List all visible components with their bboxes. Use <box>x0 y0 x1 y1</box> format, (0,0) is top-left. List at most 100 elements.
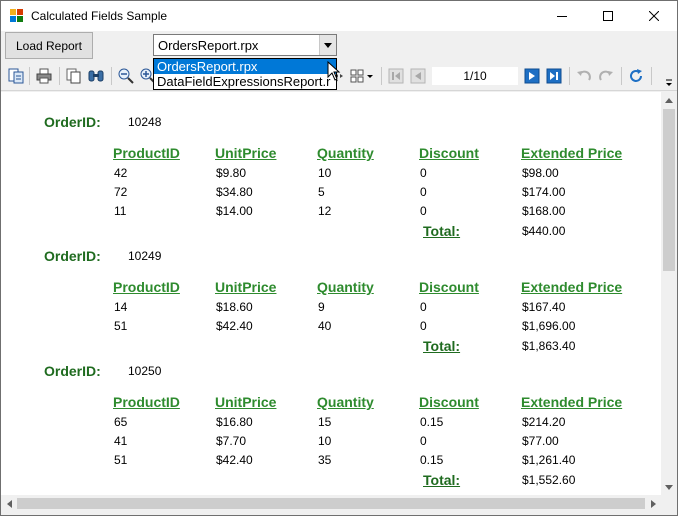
cell-discount: 0.15 <box>420 453 444 467</box>
cell-productid: 51 <box>114 319 128 333</box>
column-header-discount: Discount <box>419 394 479 410</box>
dropdown-option-datafield[interactable]: DataFieldExpressionsReport.r <box>154 74 336 89</box>
horizontal-scroll-thumb[interactable] <box>17 498 645 509</box>
copy-button[interactable] <box>65 67 83 85</box>
cell-productid: 51 <box>114 453 128 467</box>
report-dropdown-list: OrdersReport.rpx DataFieldExpressionsRep… <box>153 58 337 90</box>
cell-quantity: 15 <box>318 415 332 429</box>
cell-extended-price: $174.00 <box>522 185 566 199</box>
cell-productid: 41 <box>114 434 128 448</box>
print-icon <box>36 68 52 84</box>
cell-discount: 0 <box>420 166 427 180</box>
column-header-unitprice: UnitPrice <box>215 394 277 410</box>
total-label: Total: <box>423 223 461 239</box>
scroll-left-icon <box>6 499 12 508</box>
window-title: Calculated Fields Sample <box>31 9 168 23</box>
previous-page-icon <box>410 68 426 84</box>
column-header-extended-price: Extended Price <box>521 145 623 161</box>
cell-unitprice: $14.00 <box>216 204 253 218</box>
scroll-left-button[interactable] <box>1 495 17 512</box>
order-id: 10250 <box>128 364 162 378</box>
cell-quantity: 10 <box>318 166 332 180</box>
total-value: $1,863.40 <box>522 339 576 353</box>
title-bar: Calculated Fields Sample <box>1 1 677 31</box>
forward-button[interactable] <box>597 67 615 85</box>
report-combo[interactable]: OrdersReport.rpx <box>153 34 337 56</box>
cell-discount: 0 <box>420 204 427 218</box>
find-button[interactable] <box>87 67 105 85</box>
first-page-button[interactable] <box>387 67 405 85</box>
cell-quantity: 10 <box>318 434 332 448</box>
cell-productid: 11 <box>114 204 127 218</box>
column-header-productid: ProductID <box>113 145 180 161</box>
cell-unitprice: $34.80 <box>216 185 253 199</box>
report-viewer[interactable]: OrderID: 10248 ProductID UnitPrice Quant… <box>1 92 661 495</box>
print-button[interactable] <box>35 67 53 85</box>
cell-unitprice: $7.70 <box>216 434 247 448</box>
scroll-up-icon <box>665 97 673 103</box>
order-id: 10248 <box>128 115 162 129</box>
minimize-button[interactable] <box>539 1 585 31</box>
column-header-quantity: Quantity <box>317 394 374 410</box>
maximize-button[interactable] <box>585 1 631 31</box>
next-page-button[interactable] <box>523 67 541 85</box>
cell-discount: 0 <box>420 300 427 314</box>
cell-unitprice: $42.40 <box>216 453 253 467</box>
scroll-down-button[interactable] <box>661 479 677 495</box>
cell-productid: 14 <box>114 300 128 314</box>
column-header-extended-price: Extended Price <box>521 279 623 295</box>
multipage-icon <box>350 69 373 83</box>
scrollbar-corner <box>661 495 677 512</box>
find-icon <box>88 70 104 82</box>
vertical-scrollbar[interactable] <box>661 92 677 495</box>
report-combo-value: OrdersReport.rpx <box>158 38 259 53</box>
back-button[interactable] <box>575 67 593 85</box>
column-header-extended-price: Extended Price <box>521 394 623 410</box>
horizontal-scrollbar[interactable] <box>1 495 661 512</box>
zoom-out-button[interactable] <box>117 67 135 85</box>
cell-discount: 0 <box>420 434 427 448</box>
cell-discount: 0 <box>420 319 427 333</box>
cell-extended-price: $1,261.40 <box>522 453 576 467</box>
previous-page-button[interactable] <box>409 67 427 85</box>
cell-productid: 65 <box>114 415 128 429</box>
cell-extended-price: $98.00 <box>522 166 559 180</box>
refresh-button[interactable] <box>627 67 645 85</box>
dropdown-option-orders[interactable]: OrdersReport.rpx <box>154 59 336 74</box>
column-header-discount: Discount <box>419 145 479 161</box>
column-header-productid: ProductID <box>113 394 180 410</box>
scroll-right-icon <box>650 499 656 508</box>
scroll-down-icon <box>665 484 673 490</box>
cell-extended-price: $1,696.00 <box>522 319 576 333</box>
cell-extended-price: $214.20 <box>522 415 566 429</box>
toc-button[interactable] <box>7 67 25 85</box>
cell-productid: 72 <box>114 185 128 199</box>
total-label: Total: <box>423 338 461 354</box>
toolbar-overflow-icon <box>666 79 672 86</box>
total-value: $1,552.60 <box>522 473 576 487</box>
cell-quantity: 9 <box>318 300 325 314</box>
cell-extended-price: $167.40 <box>522 300 566 314</box>
app-window: Calculated Fields Sample Load Report Ord… <box>0 0 678 516</box>
column-header-discount: Discount <box>419 279 479 295</box>
page-indicator-field[interactable]: 1/10 <box>431 66 519 86</box>
cell-productid: 42 <box>114 166 128 180</box>
multipage-button[interactable] <box>349 67 375 85</box>
scroll-right-button[interactable] <box>645 495 661 512</box>
vertical-scroll-thumb[interactable] <box>663 109 675 271</box>
order-label: OrderID: <box>44 114 101 130</box>
close-button[interactable] <box>631 1 677 31</box>
cell-unitprice: $42.40 <box>216 319 253 333</box>
load-report-button[interactable]: Load Report <box>5 32 93 59</box>
column-header-unitprice: UnitPrice <box>215 145 277 161</box>
cell-unitprice: $16.80 <box>216 415 253 429</box>
toolbar-overflow-button[interactable] <box>663 65 675 87</box>
toc-icon <box>8 68 24 84</box>
mouse-cursor-icon <box>327 61 341 81</box>
order-label: OrderID: <box>44 248 101 264</box>
cell-quantity: 35 <box>318 453 332 467</box>
last-page-button[interactable] <box>545 67 563 85</box>
scroll-up-button[interactable] <box>661 92 677 108</box>
combo-arrow-button[interactable] <box>319 35 336 55</box>
cell-extended-price: $77.00 <box>522 434 559 448</box>
